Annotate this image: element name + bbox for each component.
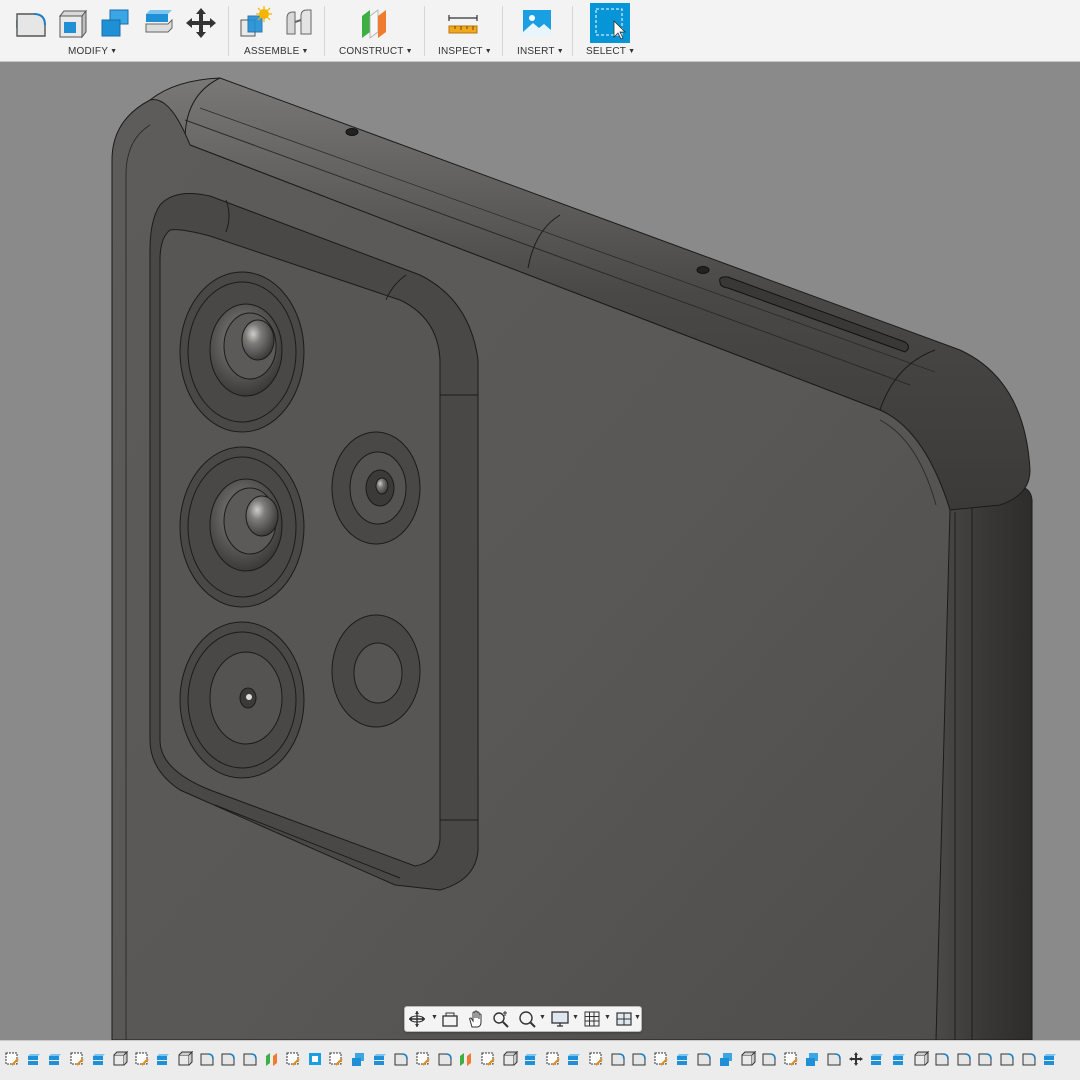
timeline-feature-fillet-icon[interactable] — [242, 1051, 258, 1067]
timeline-feature-sketch-icon[interactable] — [415, 1051, 431, 1067]
toolbar-separator — [228, 6, 229, 56]
timeline-feature-plane-icon[interactable] — [264, 1051, 280, 1067]
timeline-feature-box-icon[interactable] — [112, 1051, 129, 1067]
fit-icon[interactable] — [517, 1009, 539, 1029]
move-icon[interactable] — [184, 6, 218, 40]
timeline-feature-extrude-icon[interactable] — [566, 1051, 582, 1067]
insert-menu[interactable]: INSERT ▼ — [517, 46, 564, 57]
mic-hole — [345, 128, 359, 136]
timeline-feature-fillet-icon[interactable] — [977, 1051, 993, 1067]
timeline-feature-extrude-icon[interactable] — [891, 1051, 907, 1067]
toolbar-separator — [572, 6, 573, 56]
timeline-feature-box-icon[interactable] — [177, 1051, 194, 1067]
grid-icon[interactable] — [582, 1009, 604, 1029]
toolbar-separator — [324, 6, 325, 56]
timeline-feature-sketch-icon[interactable] — [69, 1051, 85, 1067]
phone-side-right — [934, 486, 1033, 1040]
toolbar-separator — [502, 6, 503, 56]
camera-lens — [179, 446, 305, 608]
timeline-feature-extrude-icon[interactable] — [47, 1051, 63, 1067]
orbit-icon[interactable] — [407, 1009, 429, 1029]
offset-face-icon[interactable] — [56, 6, 90, 40]
timeline-feature-extrude-icon[interactable] — [523, 1051, 539, 1067]
combine-icon[interactable] — [98, 6, 132, 40]
canvas-viewport[interactable] — [0, 62, 1080, 1040]
viewports-dropdown[interactable]: ▼ — [634, 1014, 641, 1021]
timeline-feature-fillet-icon[interactable] — [956, 1051, 972, 1067]
timeline-feature-fillet-icon[interactable] — [220, 1051, 236, 1067]
zoom-dropdown[interactable]: ▼ — [539, 1014, 546, 1021]
timeline-feature-canvas-icon[interactable] — [307, 1051, 323, 1067]
timeline-feature-box-icon[interactable] — [913, 1051, 929, 1067]
grid-dropdown[interactable]: ▼ — [604, 1014, 611, 1021]
timeline-feature-box-icon[interactable] — [740, 1051, 756, 1067]
timeline-feature-combine-icon[interactable] — [804, 1051, 820, 1067]
display-settings-icon[interactable] — [550, 1009, 572, 1029]
timeline-feature-fillet-icon[interactable] — [999, 1051, 1015, 1067]
timeline-feature-extrude-icon[interactable] — [26, 1051, 42, 1067]
timeline-feature-sketch-icon[interactable] — [653, 1051, 669, 1067]
zoom-icon[interactable] — [491, 1009, 513, 1029]
toolbar: MODIFY ▼ ASSEMBLE ▼ CONSTRUCT ▼ INSPECT ▼ IN… — [0, 0, 1080, 62]
timeline-feature-sketch-icon[interactable] — [328, 1051, 344, 1067]
combine-icon[interactable] — [142, 6, 176, 40]
modify-menu[interactable]: MODIFY ▼ — [68, 46, 117, 57]
timeline-feature-fillet-icon[interactable] — [437, 1051, 453, 1067]
display-dropdown[interactable]: ▼ — [572, 1014, 579, 1021]
timeline-feature-sketch-icon[interactable] — [588, 1051, 604, 1067]
timeline-feature-sketch-icon[interactable] — [285, 1051, 301, 1067]
fillet-icon[interactable] — [14, 6, 48, 40]
toolbar-separator — [424, 6, 425, 56]
timeline-feature-plane-icon[interactable] — [458, 1051, 474, 1067]
timeline-feature-fillet-icon[interactable] — [696, 1051, 712, 1067]
pan-icon[interactable] — [466, 1009, 488, 1029]
timeline-feature-fillet-icon[interactable] — [393, 1051, 409, 1067]
timeline-feature-sketch-icon[interactable] — [545, 1051, 561, 1067]
camera-lens-small — [331, 431, 421, 545]
camera-lens — [179, 271, 305, 433]
window-select-icon[interactable] — [590, 3, 630, 43]
new-component-icon[interactable] — [238, 6, 272, 40]
timeline-feature-fillet-icon[interactable] — [934, 1051, 950, 1067]
inspect-menu[interactable]: INSPECT ▼ — [438, 46, 492, 57]
timeline-feature-fillet-icon[interactable] — [610, 1051, 626, 1067]
navigation-bar: ▼ ▼ ▼ ▼ ▼ — [404, 1006, 642, 1032]
timeline-feature-sketch-icon[interactable] — [480, 1051, 496, 1067]
timeline-feature-sketch-icon[interactable] — [134, 1051, 150, 1067]
camera-lens — [179, 621, 305, 779]
timeline-feature-extrude-icon[interactable] — [1042, 1051, 1058, 1067]
joint-icon[interactable] — [282, 6, 316, 40]
timeline-feature-extrude-icon[interactable] — [91, 1051, 107, 1067]
timeline-feature-extrude-icon[interactable] — [155, 1051, 171, 1067]
timeline-feature-sketch-icon[interactable] — [4, 1051, 20, 1067]
assemble-menu[interactable]: ASSEMBLE ▼ — [244, 46, 309, 57]
timeline-feature-fillet-icon[interactable] — [1021, 1051, 1037, 1067]
construct-menu[interactable]: CONSTRUCT ▼ — [339, 46, 413, 57]
timeline-feature-combine-icon[interactable] — [718, 1051, 734, 1067]
timeline-feature-fillet-icon[interactable] — [826, 1051, 842, 1067]
orbit-dropdown[interactable]: ▼ — [431, 1014, 438, 1021]
timeline-feature-fillet-icon[interactable] — [199, 1051, 215, 1067]
timeline-feature-extrude-icon[interactable] — [372, 1051, 388, 1067]
timeline-feature-move-icon[interactable] — [848, 1051, 864, 1067]
timeline-feature-fillet-icon[interactable] — [761, 1051, 777, 1067]
timeline-feature-combine-icon[interactable] — [350, 1051, 366, 1067]
measure-icon[interactable] — [446, 6, 480, 40]
flash — [331, 614, 421, 728]
timeline-feature-fillet-icon[interactable] — [631, 1051, 647, 1067]
press-pull-icon[interactable] — [2, 6, 22, 40]
look-at-icon[interactable] — [440, 1009, 462, 1029]
timeline-feature-extrude-icon[interactable] — [675, 1051, 691, 1067]
offset-plane-icon[interactable] — [358, 6, 392, 40]
timeline-feature-box-icon[interactable] — [502, 1051, 518, 1067]
phone-model[interactable] — [111, 77, 1033, 1040]
viewports-icon[interactable] — [614, 1009, 636, 1029]
camera-module[interactable] — [149, 193, 479, 891]
timeline-feature-extrude-icon[interactable] — [869, 1051, 885, 1067]
timeline-feature-sketch-icon[interactable] — [783, 1051, 799, 1067]
mic-hole — [696, 266, 710, 274]
insert-canvas-icon[interactable] — [520, 6, 554, 40]
select-menu[interactable]: SELECT ▼ — [586, 46, 635, 57]
